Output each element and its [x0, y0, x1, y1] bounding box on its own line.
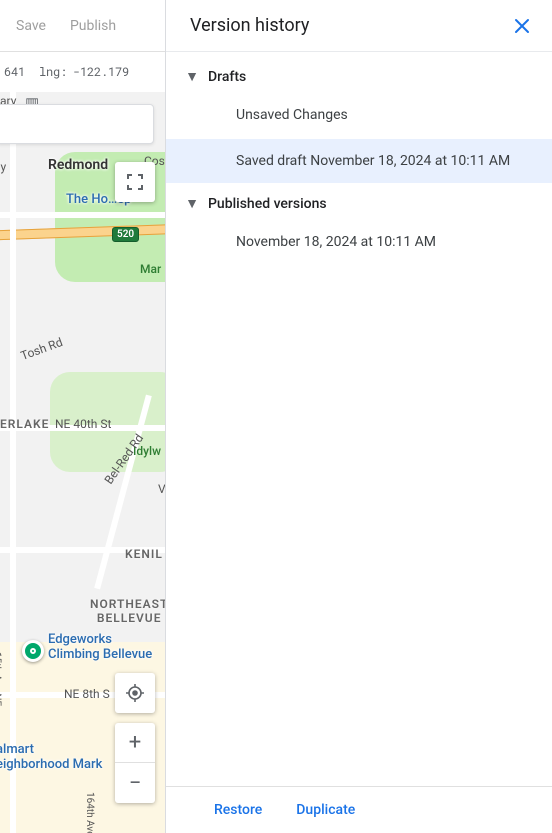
section-title: Published versions — [208, 196, 327, 212]
map-label: V — [158, 482, 165, 496]
version-history-panel: Version history ▼ Drafts Unsaved Changes… — [165, 0, 552, 833]
map-canvas[interactable]: ary ▥ Redmond ay The Ho…ep Cost 520 Mar … — [0, 92, 165, 833]
panel-title: Version history — [190, 15, 309, 36]
version-item-saved-draft[interactable]: Saved draft November 18, 2024 at 10:11 A… — [166, 139, 552, 183]
chevron-down-icon: ▼ — [186, 195, 198, 212]
section-title: Drafts — [208, 69, 246, 85]
close-icon — [513, 17, 531, 35]
map-neighborhood-label: ERLAKE — [0, 417, 49, 431]
map-city-label: Redmond — [48, 157, 108, 173]
map-park-label: Mar — [140, 262, 161, 276]
poi-marker[interactable] — [22, 640, 44, 662]
version-item-unsaved[interactable]: Unsaved Changes — [166, 93, 552, 137]
publish-button[interactable]: Publish — [70, 18, 116, 34]
panel-footer: Restore Duplicate — [166, 786, 552, 833]
lat-value: 641 — [4, 64, 25, 80]
lng-label: lng: — [39, 64, 67, 80]
zoom-out-button[interactable]: − — [115, 763, 155, 803]
map-road-label: NE 40th St — [55, 417, 111, 431]
my-location-button[interactable] — [115, 673, 155, 713]
section-toggle-published[interactable]: ▼ Published versions — [166, 185, 552, 220]
plus-icon: + — [129, 730, 141, 755]
panel-body: ▼ Drafts Unsaved Changes Saved draft Nov… — [166, 52, 552, 786]
map-road-label: 15th Ave NE — [0, 652, 2, 706]
map-label: ay — [0, 160, 6, 174]
map-neighborhood-label: NORTHEAST BELLEVUE — [90, 597, 165, 625]
restore-button[interactable]: Restore — [214, 802, 262, 818]
map-poi-label: almart eighborhood Mark — [0, 742, 102, 772]
map-road-label: NE 8th S — [64, 687, 110, 701]
hwy-shield-520: 520 — [112, 227, 139, 242]
duplicate-button[interactable]: Duplicate — [296, 802, 355, 818]
version-item-published[interactable]: November 18, 2024 at 10:11 AM — [166, 220, 552, 264]
lng-value: -122.179 — [73, 64, 129, 80]
zoom-in-button[interactable]: + — [115, 723, 155, 763]
fullscreen-icon — [126, 173, 144, 191]
section-toggle-drafts[interactable]: ▼ Drafts — [166, 58, 552, 93]
save-button[interactable]: Save — [16, 18, 46, 34]
minus-icon: − — [129, 771, 142, 796]
map-road-label: Tosh Rd — [19, 335, 65, 363]
map-road-label: 164th Ave NE — [84, 792, 95, 833]
close-panel-button[interactable] — [506, 10, 538, 42]
target-icon — [125, 683, 145, 703]
coordinates-bar: 641 lng: -122.179 — [0, 52, 165, 92]
map-neighborhood-label: KENIL — [125, 547, 163, 561]
zoom-control: + − — [115, 723, 155, 803]
top-toolbar: Save Publish — [0, 0, 165, 52]
map-poi-label: Edgeworks Climbing Bellevue — [48, 632, 152, 662]
chevron-down-icon: ▼ — [186, 68, 198, 85]
fullscreen-button[interactable] — [115, 162, 155, 202]
panel-header: Version history — [166, 0, 552, 52]
map-search-input[interactable] — [0, 104, 154, 144]
